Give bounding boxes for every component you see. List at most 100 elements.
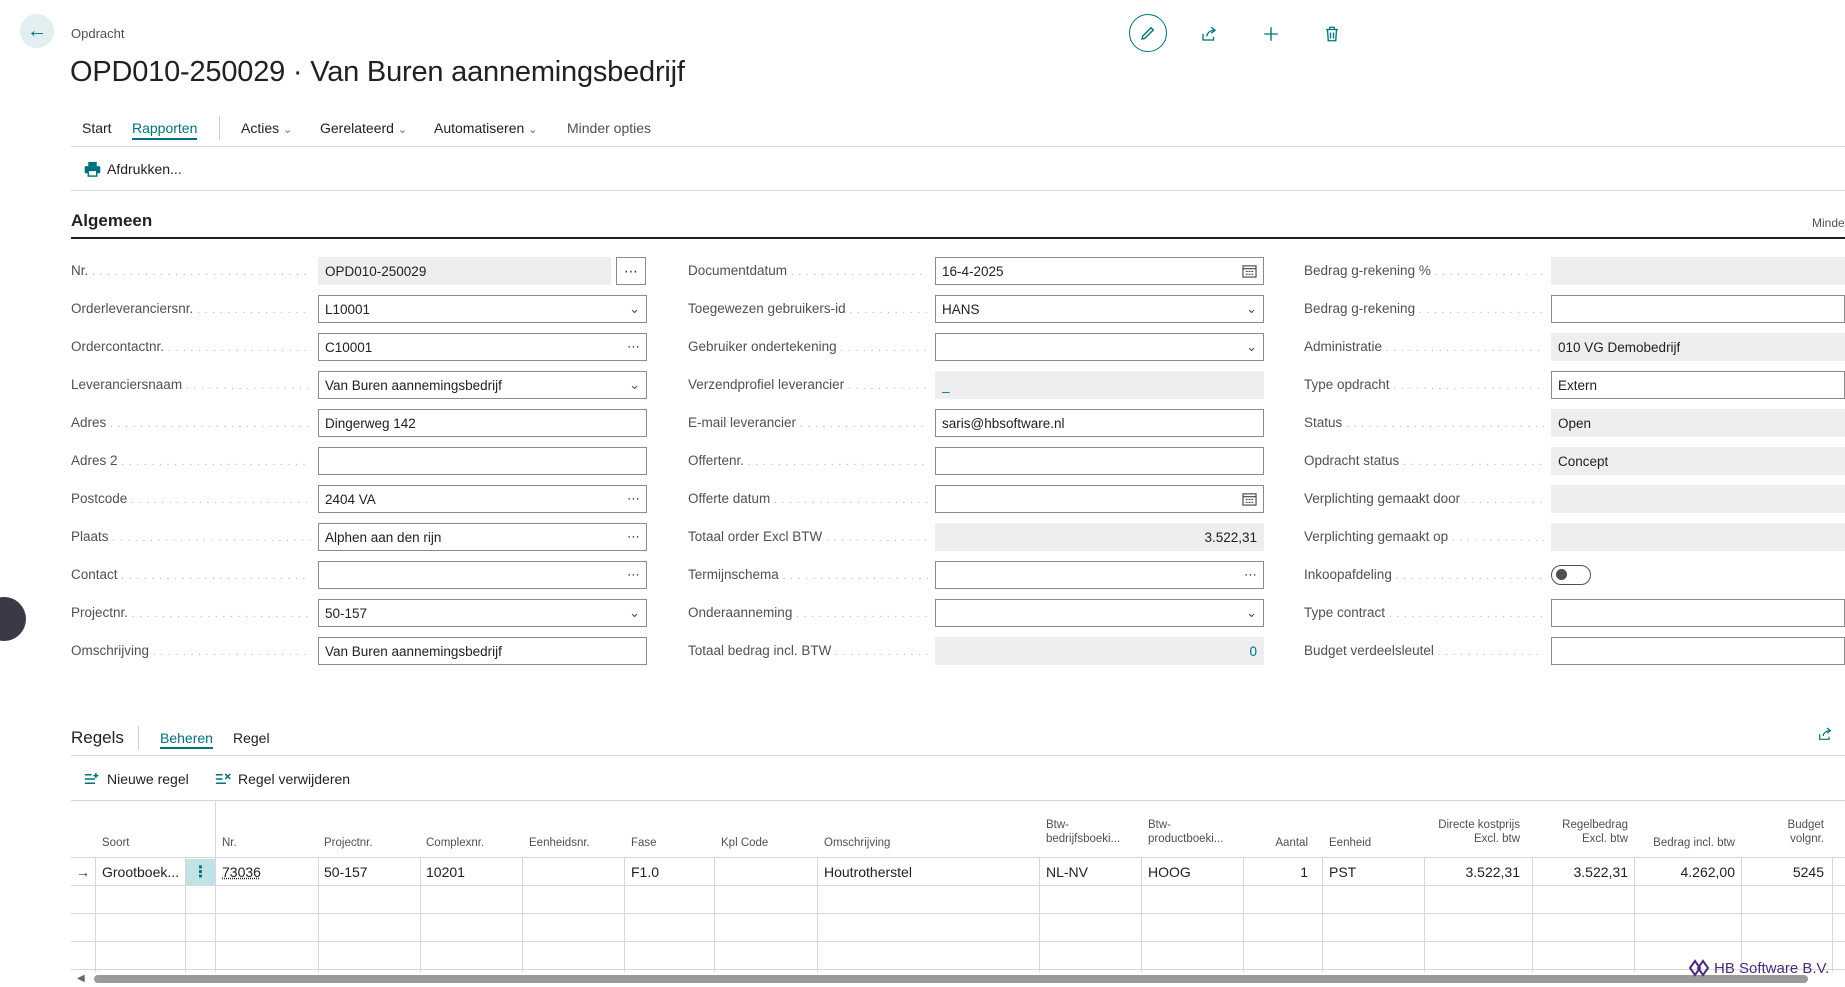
offertenr-field[interactable]: [935, 447, 1264, 475]
new-line-button[interactable]: Nieuwe regel: [84, 771, 189, 787]
back-button[interactable]: ←: [20, 14, 54, 48]
cell-nr[interactable]: 73036: [222, 864, 261, 880]
col-header-regelbedrag[interactable]: Regelbedrag Excl. btw: [1540, 818, 1628, 846]
row-actions-button[interactable]: ⋮: [186, 859, 215, 885]
cell-fase[interactable]: F1.0: [631, 864, 659, 880]
share-button[interactable]: [1191, 16, 1227, 52]
chevron-down-icon[interactable]: ⌄: [1246, 605, 1257, 621]
print-button[interactable]: Afdrukken...: [84, 161, 182, 177]
col-header-kpl-code[interactable]: Kpl Code: [721, 836, 768, 850]
scroll-left-icon[interactable]: ◀: [77, 973, 85, 984]
ordercontactnr-field[interactable]: C10001 ⋯: [318, 333, 647, 361]
menu-gerelateerd[interactable]: Gerelateerd ⌄: [320, 120, 407, 136]
adres-field[interactable]: Dingerweg 142: [318, 409, 647, 437]
lines-share-button[interactable]: [1817, 726, 1833, 745]
omschrijving-value: Van Buren aannemingsbedrijf: [325, 643, 502, 659]
menu-automatiseren[interactable]: Automatiseren ⌄: [434, 120, 537, 136]
contact-field[interactable]: ⋯: [318, 561, 647, 589]
cell-btw-bedrijf[interactable]: NL-NV: [1046, 864, 1088, 880]
side-panel-toggle[interactable]: [0, 597, 26, 641]
ellipsis-icon[interactable]: ⋯: [627, 491, 640, 507]
termijnschema-field[interactable]: ⋯: [935, 561, 1264, 589]
plaats-field[interactable]: Alphen aan den rijn ⋯: [318, 523, 647, 551]
cell-bedrag-incl-btw[interactable]: 4.262,00: [1640, 864, 1736, 880]
bedrag-g-rekening-field[interactable]: [1551, 295, 1845, 323]
new-line-label: Nieuwe regel: [107, 771, 189, 787]
menu-rapporten[interactable]: Rapporten: [132, 120, 198, 140]
col-header-bedrag-incl-btw[interactable]: Bedrag incl. btw: [1638, 836, 1735, 850]
onderaanneming-field[interactable]: ⌄: [935, 599, 1264, 627]
col-header-projectnr[interactable]: Projectnr.: [324, 836, 373, 850]
horizontal-scrollbar[interactable]: [94, 975, 1808, 983]
chevron-down-icon[interactable]: ⌄: [1246, 339, 1257, 355]
cell-complexnr[interactable]: 10201: [426, 864, 465, 880]
projectnr-field[interactable]: 50-157 ⌄: [318, 599, 647, 627]
totaal-bedrag-incl-btw-value[interactable]: 0: [1249, 644, 1257, 659]
nr-assist-button[interactable]: ⋯: [616, 257, 646, 285]
calendar-icon[interactable]: [1242, 492, 1257, 506]
budget-verdeelsleutel-field[interactable]: [1551, 637, 1845, 665]
cell-budget-volgnr[interactable]: 5245: [1747, 864, 1824, 880]
show-less-link[interactable]: Minde: [1812, 216, 1845, 230]
ellipsis-icon[interactable]: ⋯: [627, 567, 640, 583]
lines-tab-regel[interactable]: Regel: [233, 730, 270, 746]
cell-aantal[interactable]: 1: [1250, 864, 1308, 880]
col-header-eenheid[interactable]: Eenheid: [1329, 836, 1371, 850]
toegewezen-gebruikers-id-field[interactable]: HANS ⌄: [935, 295, 1264, 323]
chevron-down-icon[interactable]: ⌄: [629, 605, 640, 621]
col-header-complexnr[interactable]: Complexnr.: [426, 836, 484, 850]
orderleveranciersnr-field[interactable]: L10001 ⌄: [318, 295, 647, 323]
col-header-budget-volgnr[interactable]: Budget volgnr.: [1745, 818, 1824, 846]
cell-eenheid[interactable]: PST: [1329, 864, 1356, 880]
documentdatum-field[interactable]: 16-4-2025: [935, 257, 1264, 285]
verzendprofiel-leverancier-value[interactable]: _: [942, 378, 950, 393]
col-header-fase[interactable]: Fase: [631, 836, 657, 850]
chevron-down-icon[interactable]: ⌄: [629, 377, 640, 393]
ellipsis-icon[interactable]: ⋯: [627, 339, 640, 355]
cell-btw-product[interactable]: HOOG: [1148, 864, 1191, 880]
ellipsis-icon[interactable]: ⋯: [627, 529, 640, 545]
email-leverancier-field[interactable]: saris@hbsoftware.nl: [935, 409, 1264, 437]
cell-regelbedrag[interactable]: 3.522,31: [1538, 864, 1629, 880]
frozen-column-divider: [215, 800, 216, 972]
cell-soort[interactable]: Grootboek...: [102, 864, 182, 880]
chevron-down-icon[interactable]: ⌄: [629, 301, 640, 317]
col-header-btw-product[interactable]: Btw-productboeki...: [1148, 818, 1223, 846]
cell-directe-kostprijs[interactable]: 3.522,31: [1430, 864, 1521, 880]
type-opdracht-field[interactable]: Extern: [1551, 371, 1845, 399]
ellipsis-icon[interactable]: ⋯: [1244, 567, 1257, 583]
label-type-opdracht: Type opdracht: [1304, 375, 1544, 395]
col-header-eenheidsnr[interactable]: Eenheidsnr.: [529, 836, 590, 850]
leveranciersnaam-field[interactable]: Van Buren aannemingsbedrijf ⌄: [318, 371, 647, 399]
postcode-field[interactable]: 2404 VA ⋯: [318, 485, 647, 513]
menu-minder-opties[interactable]: Minder opties: [567, 120, 651, 136]
menu-start[interactable]: Start: [82, 120, 112, 136]
verzendprofiel-leverancier-field[interactable]: _: [935, 371, 1264, 399]
col-header-nr[interactable]: Nr.: [222, 836, 237, 850]
offerte-datum-field[interactable]: [935, 485, 1264, 513]
col-header-aantal[interactable]: Aantal: [1250, 836, 1308, 850]
label-termijnschema: Termijnschema: [688, 565, 928, 585]
cell-projectnr[interactable]: 50-157: [324, 864, 368, 880]
edit-button[interactable]: [1129, 14, 1167, 52]
adres-2-field[interactable]: [318, 447, 647, 475]
col-header-omschrijving[interactable]: Omschrijving: [824, 836, 890, 850]
type-contract-field[interactable]: [1551, 599, 1845, 627]
col-header-directe-kostprijs[interactable]: Directe kostprijs Excl. btw: [1420, 818, 1520, 846]
chevron-down-icon[interactable]: ⌄: [1246, 301, 1257, 317]
label-totaal-order-excl-btw: Totaal order Excl BTW: [688, 527, 928, 547]
delete-line-button[interactable]: Regel verwijderen: [215, 771, 350, 787]
omschrijving-field[interactable]: Van Buren aannemingsbedrijf: [318, 637, 647, 665]
lines-tab-beheren[interactable]: Beheren: [160, 730, 213, 749]
share-icon: [1202, 26, 1217, 41]
col-header-btw-bedrijf[interactable]: Btw-bedrijfsboeki...: [1046, 818, 1120, 846]
inkoopafdeling-toggle[interactable]: [1551, 565, 1591, 585]
gebruiker-ondertekening-field[interactable]: ⌄: [935, 333, 1264, 361]
menu-acties[interactable]: Acties ⌄: [241, 120, 292, 136]
cell-omschrijving[interactable]: Houtrotherstel: [824, 864, 912, 880]
delete-button[interactable]: [1314, 16, 1350, 52]
nr-field[interactable]: OPD010-250029: [318, 257, 611, 285]
new-button[interactable]: [1253, 16, 1289, 52]
col-header-soort[interactable]: Soort: [102, 836, 130, 850]
calendar-icon[interactable]: [1242, 264, 1257, 278]
